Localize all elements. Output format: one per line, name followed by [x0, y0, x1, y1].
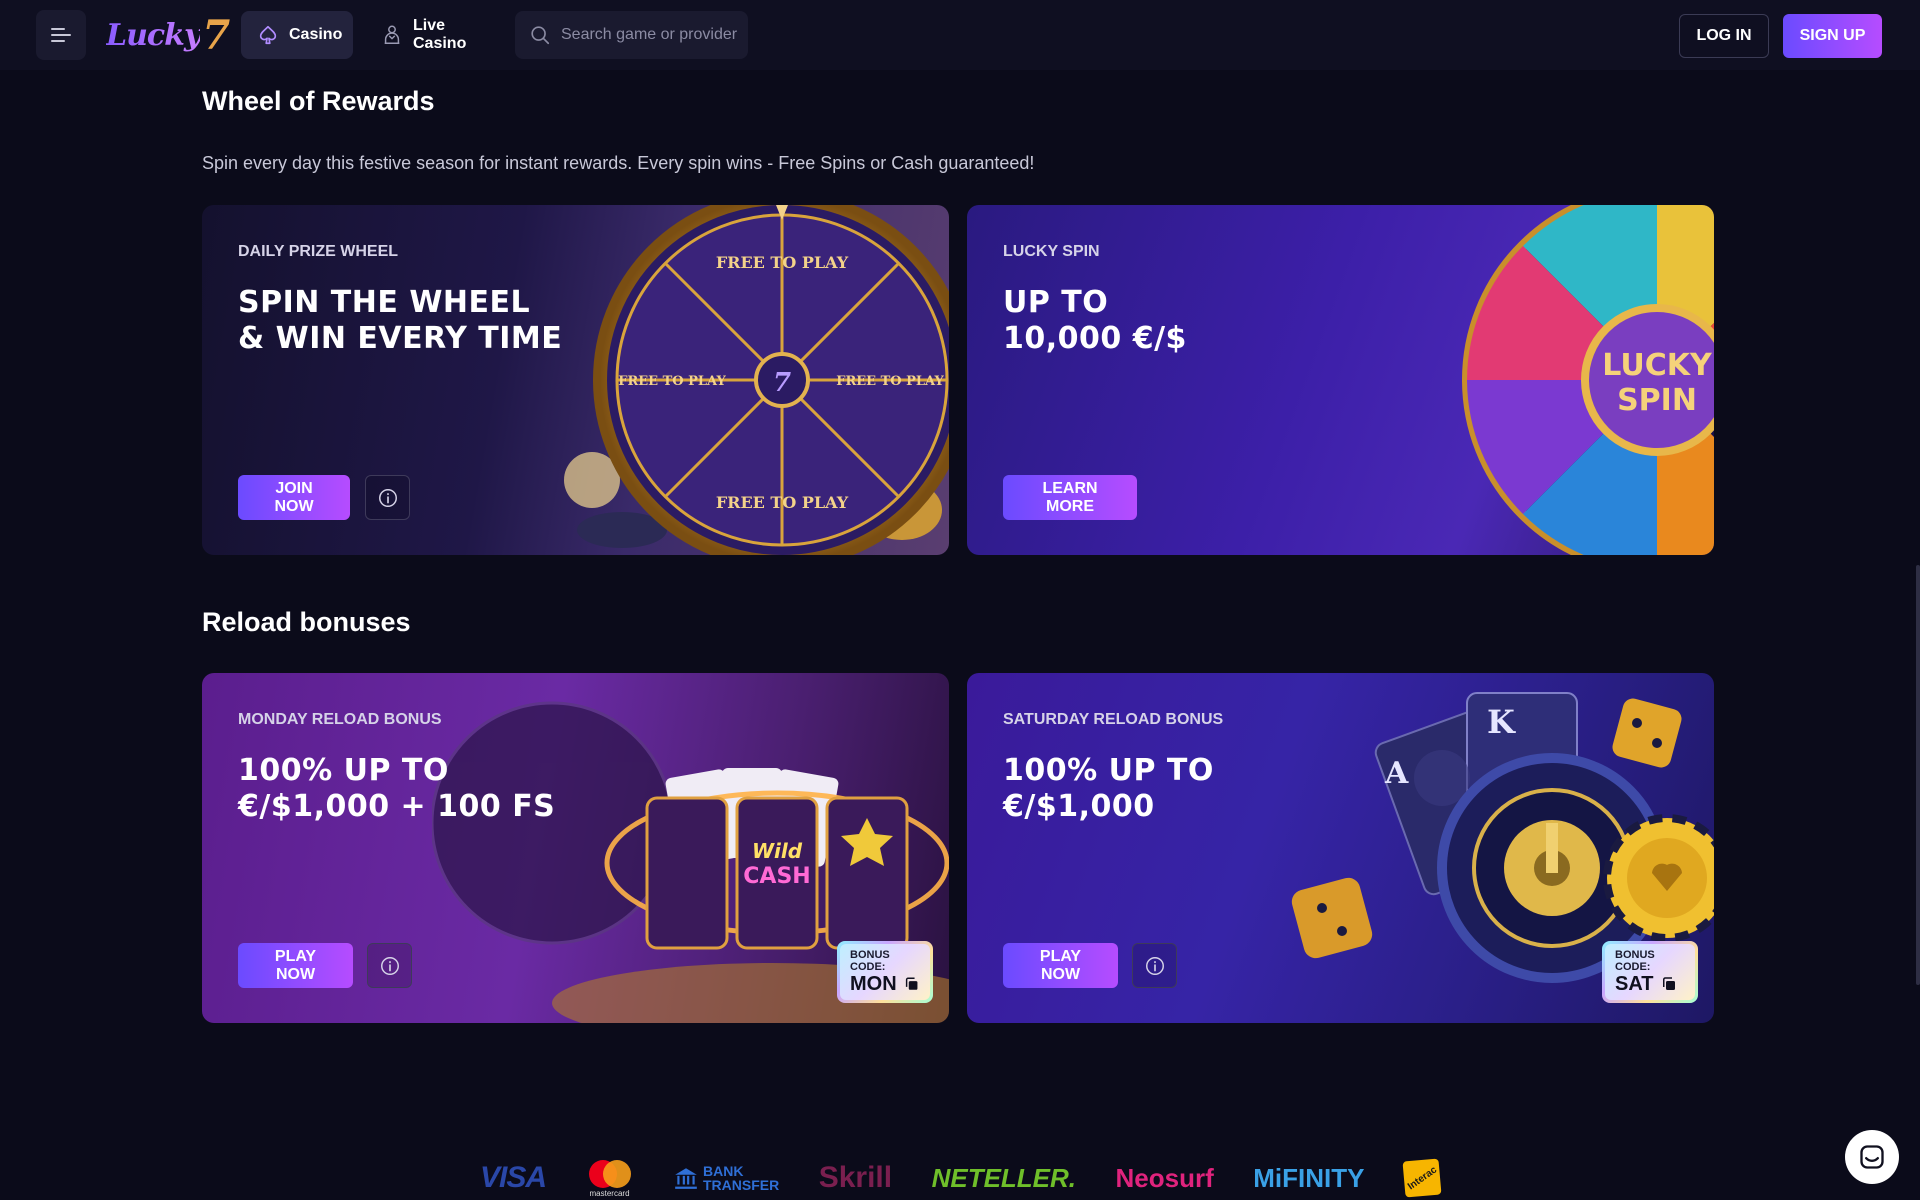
headline-line: €/$1,000 + 100 FS: [238, 789, 556, 824]
card-label: DAILY PRIZE WHEEL: [238, 243, 399, 260]
dealer-icon: [381, 24, 403, 46]
neteller-logo: NETELLER.: [931, 1162, 1077, 1193]
bonus-code-value: SAT: [1615, 973, 1685, 996]
interac-logo: Interac: [1402, 1158, 1442, 1198]
spade-icon: [257, 24, 279, 46]
slot-logo-text: CASH: [743, 864, 810, 889]
join-now-button[interactable]: JOIN NOW: [238, 475, 350, 520]
card-label: SATURDAY RELOAD BONUS: [1003, 711, 1224, 728]
bonus-code-text: MON: [850, 972, 897, 995]
wheel-segment-text: FREE TO PLAY: [836, 374, 944, 389]
reload-section-title: Reload bonuses: [202, 607, 411, 637]
lucky-spin-wheel-illustration: LUCKY SPIN: [1462, 205, 1714, 555]
monday-reload-bonus-card[interactable]: Wild CASH MONDAY RELOAD BONUS 100% UP TO…: [202, 673, 949, 1023]
card-headline: 100% UP TO €/$1,000 + 100 FS: [238, 753, 578, 825]
lucky-spin-card[interactable]: LUCKY SPIN LUCKY SPIN UP TO 10,000 €/$ L…: [967, 205, 1714, 555]
nav-tab-live-casino[interactable]: Live Casino: [365, 11, 505, 59]
search-icon: [531, 26, 550, 45]
wheel-section-title: Wheel of Rewards: [202, 86, 435, 116]
wheel-section-description: Spin every day this festive season for i…: [202, 153, 1035, 173]
card-headline: UP TO 10,000 €/$: [1003, 285, 1343, 357]
headline-line: €/$1,000: [1003, 789, 1155, 824]
nav-tab-casino[interactable]: Casino: [241, 11, 353, 59]
daily-prize-wheel-card[interactable]: 7 FREE TO PLAY FREE TO PLAY FREE TO PLAY…: [202, 205, 949, 555]
interac-label: Interac: [1405, 1164, 1439, 1192]
bonus-code-value: MON: [850, 973, 920, 996]
site-logo[interactable]: Lucky 7: [106, 10, 230, 60]
bonus-code-caption: BONUS CODE:: [850, 948, 890, 973]
wheel-segment-text: FREE TO PLAY: [716, 493, 849, 512]
logo-text: Lucky: [106, 17, 201, 53]
headline-line: 10,000 €/$: [1003, 321, 1187, 356]
logo-mark: 7: [202, 11, 231, 59]
learn-more-button[interactable]: LEARN MORE: [1003, 475, 1137, 520]
headline-line: UP TO: [1003, 285, 1109, 320]
scrollbar-thumb[interactable]: [1916, 565, 1920, 985]
menu-button[interactable]: [36, 10, 86, 60]
login-button[interactable]: LOG IN: [1679, 14, 1769, 58]
skrill-logo: Skrill: [818, 1161, 893, 1194]
copy-icon[interactable]: [1660, 975, 1678, 993]
chat-icon: [1860, 1145, 1884, 1169]
info-button[interactable]: [1132, 943, 1177, 988]
info-button[interactable]: [365, 475, 410, 520]
saturday-reload-bonus-card[interactable]: K A SATURDAY RELOAD BONUS 100% UP TO €/$…: [967, 673, 1714, 1023]
visa-logo: VISA: [480, 1161, 547, 1194]
nav-tab-casino-label: Casino: [289, 26, 343, 43]
bonus-code-badge[interactable]: BONUS CODE: SAT: [1602, 941, 1698, 1003]
info-button[interactable]: [367, 943, 412, 988]
top-navigation-bar: Lucky7 Casino Live Casino LOG IN SIGN UP: [0, 0, 1920, 70]
wheel-segment-text: FREE TO PLAY: [716, 253, 849, 272]
page-scrollbar[interactable]: [1916, 70, 1920, 1200]
mifinity-logo: MiFINITY: [1253, 1162, 1365, 1193]
slot-logo-text: Wild: [752, 839, 803, 863]
copy-icon[interactable]: [903, 975, 920, 993]
wheel-center-text: LUCKY: [1602, 348, 1713, 383]
card-label: MONDAY RELOAD BONUS: [238, 711, 442, 728]
card-letter: A: [1384, 756, 1409, 791]
bank-transfer-logo: BANK TRANSFER: [673, 1164, 779, 1192]
bank-icon: [675, 1168, 697, 1189]
search-bar[interactable]: [515, 11, 748, 59]
info-icon: [378, 488, 397, 507]
signup-button[interactable]: SIGN UP: [1783, 14, 1882, 58]
card-headline: SPIN THE WHEEL & WIN EVERY TIME: [238, 285, 578, 357]
mastercard-label: mastercard: [589, 1188, 630, 1198]
hamburger-menu-icon: [51, 28, 71, 42]
neosurf-logo: Neosurf: [1115, 1162, 1214, 1193]
bonus-code-caption: BONUS CODE:: [1615, 948, 1655, 973]
bonus-code-badge[interactable]: BONUS CODE: MON: [837, 941, 933, 1003]
bank-transfer-label: BANK: [703, 1163, 744, 1179]
headline-line: & WIN EVERY TIME: [238, 321, 563, 356]
card-label: LUCKY SPIN: [1003, 243, 1100, 260]
card-letter: K: [1487, 703, 1516, 741]
info-icon: [1145, 956, 1164, 975]
live-chat-button[interactable]: [1845, 1130, 1899, 1184]
wheel-center-text: SPIN: [1617, 383, 1697, 418]
mastercard-circles-icon: [588, 1159, 631, 1188]
mastercard-logo: mastercard: [586, 1159, 634, 1198]
nav-tab-live-casino-label: Live Casino: [413, 17, 467, 52]
headline-line: 100% UP TO: [1003, 753, 1214, 788]
payment-methods-row: VISA mastercard BANK TRANSFER Skrill NET…: [480, 1158, 1442, 1198]
wheel-segment-text: FREE TO PLAY: [618, 374, 726, 389]
prize-wheel-illustration: 7 FREE TO PLAY FREE TO PLAY FREE TO PLAY…: [564, 205, 949, 555]
bonus-code-text: SAT: [1615, 972, 1654, 995]
wheel-hub-seven: 7: [773, 368, 791, 398]
headline-line: SPIN THE WHEEL: [238, 285, 531, 320]
search-input[interactable]: [561, 26, 741, 44]
play-now-button[interactable]: PLAY NOW: [1003, 943, 1118, 988]
bank-transfer-label: TRANSFER: [703, 1177, 780, 1193]
play-now-button[interactable]: PLAY NOW: [238, 943, 353, 988]
card-headline: 100% UP TO €/$1,000: [1003, 753, 1343, 825]
headline-line: 100% UP TO: [238, 753, 449, 788]
info-icon: [380, 956, 399, 975]
